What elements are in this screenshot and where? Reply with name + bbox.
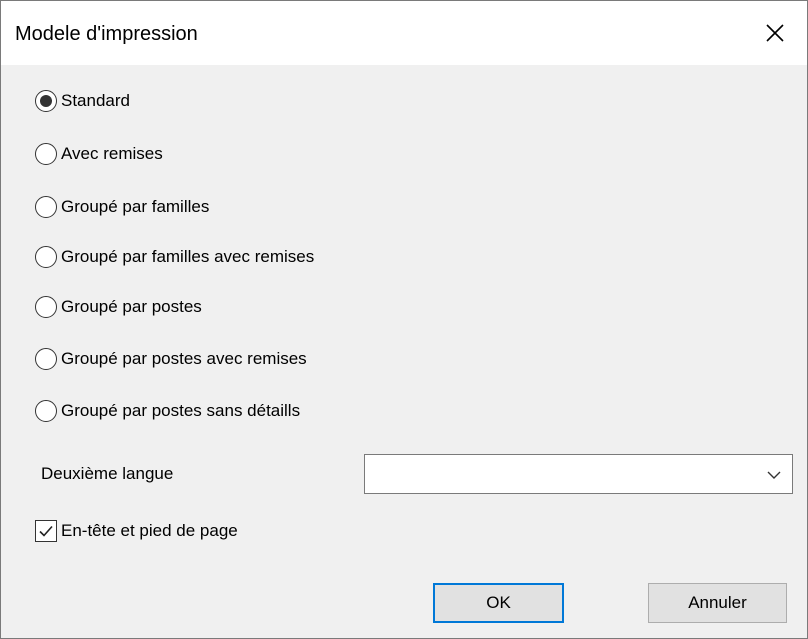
checkmark-icon [39, 525, 53, 537]
radio-button[interactable] [35, 400, 57, 422]
radio-avec-remises[interactable]: Avec remises [35, 140, 163, 168]
close-icon [766, 24, 784, 42]
radio-label: Groupé par familles [61, 197, 210, 216]
second-language-label: Deuxième langue [41, 464, 174, 483]
ok-button[interactable]: OK [433, 583, 564, 623]
radio-button[interactable] [35, 90, 57, 112]
print-template-dialog: Modele d'impression Standard Avec remise… [0, 0, 808, 639]
header-footer-checkbox[interactable] [35, 520, 57, 542]
close-button[interactable] [743, 1, 807, 65]
radio-standard[interactable]: Standard [35, 87, 130, 115]
radio-button[interactable] [35, 246, 57, 268]
radio-button[interactable] [35, 296, 57, 318]
radio-groupe-postes-remises[interactable]: Groupé par postes avec remises [35, 345, 307, 373]
window-title: Modele d'impression [15, 23, 198, 45]
radio-button[interactable] [35, 143, 57, 165]
second-language-select[interactable] [364, 454, 793, 494]
chevron-down-icon [767, 471, 781, 479]
radio-button[interactable] [35, 196, 57, 218]
header-footer-option[interactable]: En-tête et pied de page [35, 517, 238, 545]
radio-label: Groupé par postes sans détaills [61, 401, 301, 420]
radio-label: Avec remises [61, 144, 163, 163]
header-footer-label: En-tête et pied de page [61, 521, 238, 540]
radio-label: Standard [61, 91, 130, 110]
radio-groupe-postes[interactable]: Groupé par postes [35, 293, 202, 321]
title-bar: Modele d'impression [1, 1, 807, 65]
cancel-button[interactable]: Annuler [648, 583, 787, 623]
radio-label: Groupé par familles avec remises [61, 247, 315, 266]
radio-groupe-familles-remises[interactable]: Groupé par familles avec remises [35, 243, 314, 271]
radio-groupe-familles[interactable]: Groupé par familles [35, 193, 209, 221]
radio-groupe-postes-sans-details[interactable]: Groupé par postes sans détaills [35, 397, 300, 425]
radio-label: Groupé par postes [61, 297, 202, 316]
radio-selected-dot [40, 95, 52, 107]
radio-button[interactable] [35, 348, 57, 370]
radio-label: Groupé par postes avec remises [61, 349, 307, 368]
